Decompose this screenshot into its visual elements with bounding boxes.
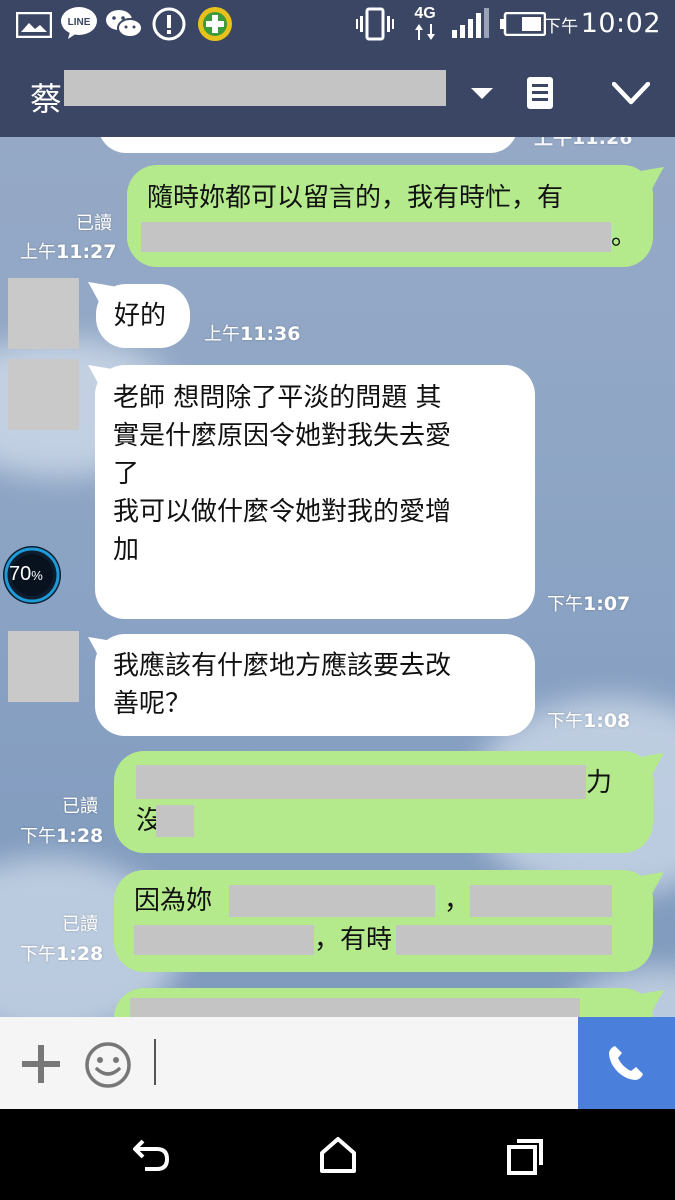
message-text-line: 加 [113,535,140,565]
status-bar: LINE 4G 下午10:02 [0,0,675,48]
collapse-chevron-icon[interactable] [611,81,651,110]
message-text-end: 力 [586,768,613,798]
line-icon-label: LINE [68,17,91,28]
back-icon[interactable] [131,1137,171,1177]
bubble-tail [630,990,664,1016]
message-bubble-received[interactable]: 好的 [96,284,190,348]
bubble-tail [630,872,664,898]
message-text-mid: ，有時 [314,925,393,955]
message-bubble-sent[interactable]: 因為妳 ， ，有時 [114,870,653,972]
dropdown-arrow-icon[interactable] [470,86,494,105]
message-text-start: 因為妳 [134,886,213,916]
overlay-speed-badge[interactable]: 70% [1,544,63,606]
status-time-prefix: 下午 [543,17,579,37]
badge-value: 70% [9,563,43,585]
message-text-line: 我應該有什麼地方應該要去改 [113,651,452,681]
chat-header: 蔡 [0,48,675,137]
emoji-icon[interactable] [84,1041,132,1093]
redacted-text [229,885,435,917]
gallery-icon [15,11,53,42]
message-bubble-sent[interactable]: 力 沒 [114,751,653,853]
redacted-text [470,885,612,917]
wechat-icon [104,8,144,44]
read-receipt: 已讀 [62,914,98,935]
message-text: 好的 [114,301,167,331]
notes-icon[interactable] [526,76,554,114]
message-timestamp: 上午11:36 [204,323,301,345]
redacted-text [156,805,194,837]
message-timestamp: 下午1:07 [547,593,631,615]
redacted-text [136,765,586,799]
network-label: 4G [414,5,435,22]
text-input-field[interactable] [154,1039,156,1085]
message-bubble-sent-partial[interactable] [114,988,653,1017]
avatar[interactable] [8,631,79,702]
line-app-icon: LINE [60,6,98,44]
message-text-line: 老師 想問除了平淡的問題 其 [113,383,442,413]
battery-icon [500,11,547,40]
message-bubble-sent[interactable]: 隨時妳都可以留言的，我有時忙，有 。 [127,165,653,267]
signal-icon [452,8,490,42]
home-icon[interactable] [318,1135,358,1179]
message-bubble-partial [98,137,518,153]
redacted-text [141,222,611,252]
plus-icon[interactable] [20,1043,62,1089]
message-bubble-received[interactable]: 我應該有什麼地方應該要去改 善呢？ [95,634,535,736]
network-4g-icon: 4G [410,2,440,48]
message-timestamp: 下午1:08 [547,710,631,732]
recent-apps-icon[interactable] [505,1137,545,1181]
chat-title[interactable]: 蔡 [30,74,62,120]
redacted-text [134,925,314,955]
read-receipt: 已讀 [76,213,112,234]
plus-app-icon [196,5,234,47]
phone-icon [606,1043,646,1087]
message-timestamp: 上午11:27 [20,241,117,263]
avatar[interactable] [8,278,79,349]
status-clock: 下午10:02 [544,8,661,39]
chat-message-list[interactable]: 上午11:26 已讀 上午11:27 隨時妳都可以留言的，我有時忙，有 。 好的… [0,137,675,1017]
alert-icon [152,7,186,45]
partial-timestamp: 上午11:26 [534,137,633,149]
message-text-line: 了 [113,459,140,489]
message-text-mid: ， [444,886,471,916]
message-bubble-received[interactable]: 老師 想問除了平淡的問題 其 實是什麼原因令她對我失去愛 了 我可以做什麼令她對… [95,365,535,619]
avatar[interactable] [8,359,79,430]
redacted-text [130,998,580,1017]
redacted-contact-name [64,70,446,106]
system-navigation-bar [0,1109,675,1200]
message-text-line: 實是什麼原因令她對我失去愛 [113,421,452,451]
bubble-tail [630,753,664,779]
call-button[interactable] [578,1017,675,1109]
message-timestamp: 下午1:28 [20,943,104,965]
bubble-tail [630,167,664,193]
message-text-line: 善呢？ [113,689,192,719]
message-input-bar [0,1017,675,1109]
message-timestamp: 下午1:28 [20,825,104,847]
redacted-text [396,925,612,955]
message-text-line: 我可以做什麼令她對我的愛增 [113,497,452,527]
status-time: 10:02 [580,8,661,39]
message-text-end: 。 [611,221,638,251]
read-receipt: 已讀 [62,796,98,817]
vibrate-icon [356,7,394,45]
message-text: 隨時妳都可以留言的，我有時忙，有 [147,183,564,213]
